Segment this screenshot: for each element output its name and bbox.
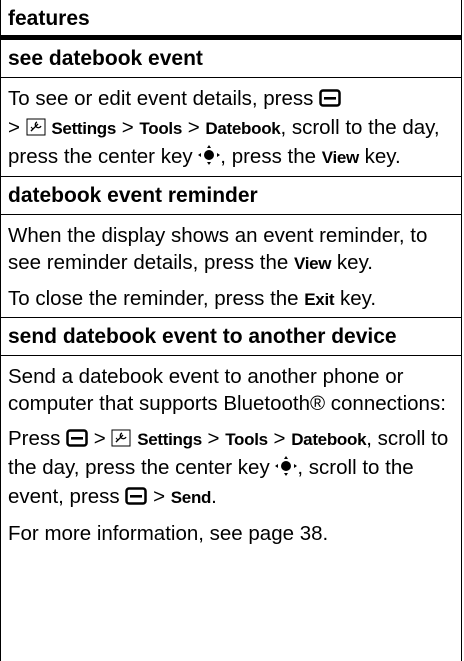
section-body: To see or edit event details, press > Se…: [1, 78, 461, 177]
section-body: When the display shows an event reminder…: [1, 215, 461, 318]
settings-icon: [111, 427, 131, 454]
section-title: see datebook event: [1, 40, 461, 78]
section-title: send datebook event to another device: [1, 318, 461, 356]
navigation-center-key-icon: [198, 145, 221, 172]
section-title: datebook event reminder: [1, 177, 461, 215]
menu-key-icon: [66, 427, 88, 454]
navigation-center-key-icon: [275, 456, 298, 483]
feature-table: features see datebook event To see or ed…: [0, 0, 462, 661]
section-body: Send a datebook event to another phone o…: [8, 365, 449, 545]
menu-key-icon: [125, 485, 148, 512]
header-title: features: [8, 7, 90, 30]
settings-icon: [26, 116, 46, 143]
table-header: features: [1, 0, 461, 40]
menu-key-icon: [319, 87, 341, 114]
